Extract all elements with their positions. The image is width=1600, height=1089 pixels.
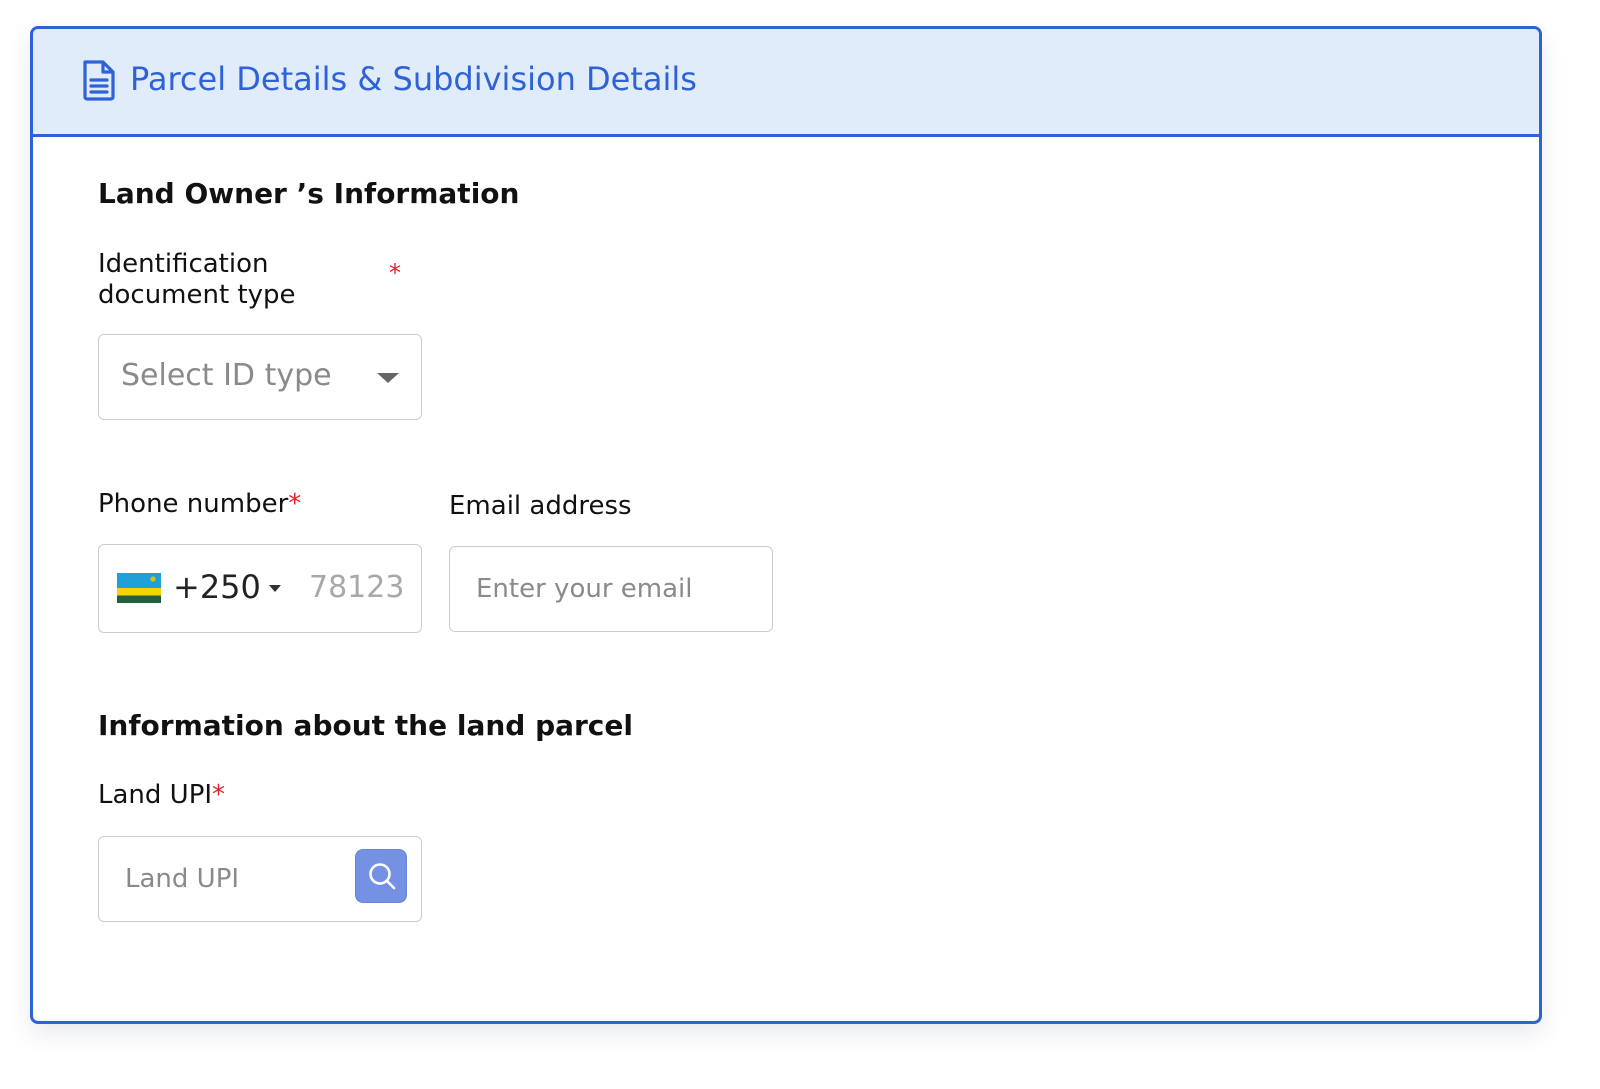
search-icon — [369, 863, 396, 890]
id-type-select[interactable]: Select ID type — [98, 334, 422, 420]
country-dial-code[interactable]: +250 — [173, 568, 261, 606]
upi-required-mark: * — [212, 780, 226, 810]
upi-label-text: Land UPI — [98, 780, 213, 810]
email-input[interactable] — [476, 569, 766, 609]
country-dropdown-icon[interactable] — [269, 585, 281, 592]
card-title: Parcel Details & Subdivision Details — [130, 60, 697, 98]
upi-input[interactable] — [125, 859, 345, 899]
phone-label-text: Phone number — [98, 489, 289, 519]
parcel-details-card: Parcel Details & Subdivision Details Lan… — [30, 26, 1542, 1024]
document-icon — [81, 59, 117, 101]
email-label: Email address — [449, 491, 632, 521]
phone-required-mark: * — [288, 489, 302, 519]
upi-search-button[interactable] — [355, 849, 407, 903]
upi-field — [98, 836, 422, 922]
upi-label: Land UPI* — [98, 780, 225, 811]
phone-input[interactable] — [309, 567, 419, 607]
phone-label: Phone number* — [98, 489, 301, 520]
id-type-label-line1: Identification — [98, 249, 269, 279]
parcel-section-title: Information about the land parcel — [98, 709, 633, 742]
id-type-required-mark: * — [389, 259, 401, 287]
chevron-down-icon — [377, 373, 399, 383]
id-type-label-line2: document type — [98, 280, 296, 310]
card-header: Parcel Details & Subdivision Details — [33, 29, 1539, 137]
owner-section-title: Land Owner ’s Information — [98, 177, 520, 210]
id-type-select-placeholder: Select ID type — [121, 358, 332, 393]
id-type-label: Identification document type — [98, 249, 296, 311]
phone-field: +250 — [98, 544, 422, 633]
email-field — [449, 546, 773, 632]
rwanda-flag-icon[interactable] — [117, 573, 161, 603]
